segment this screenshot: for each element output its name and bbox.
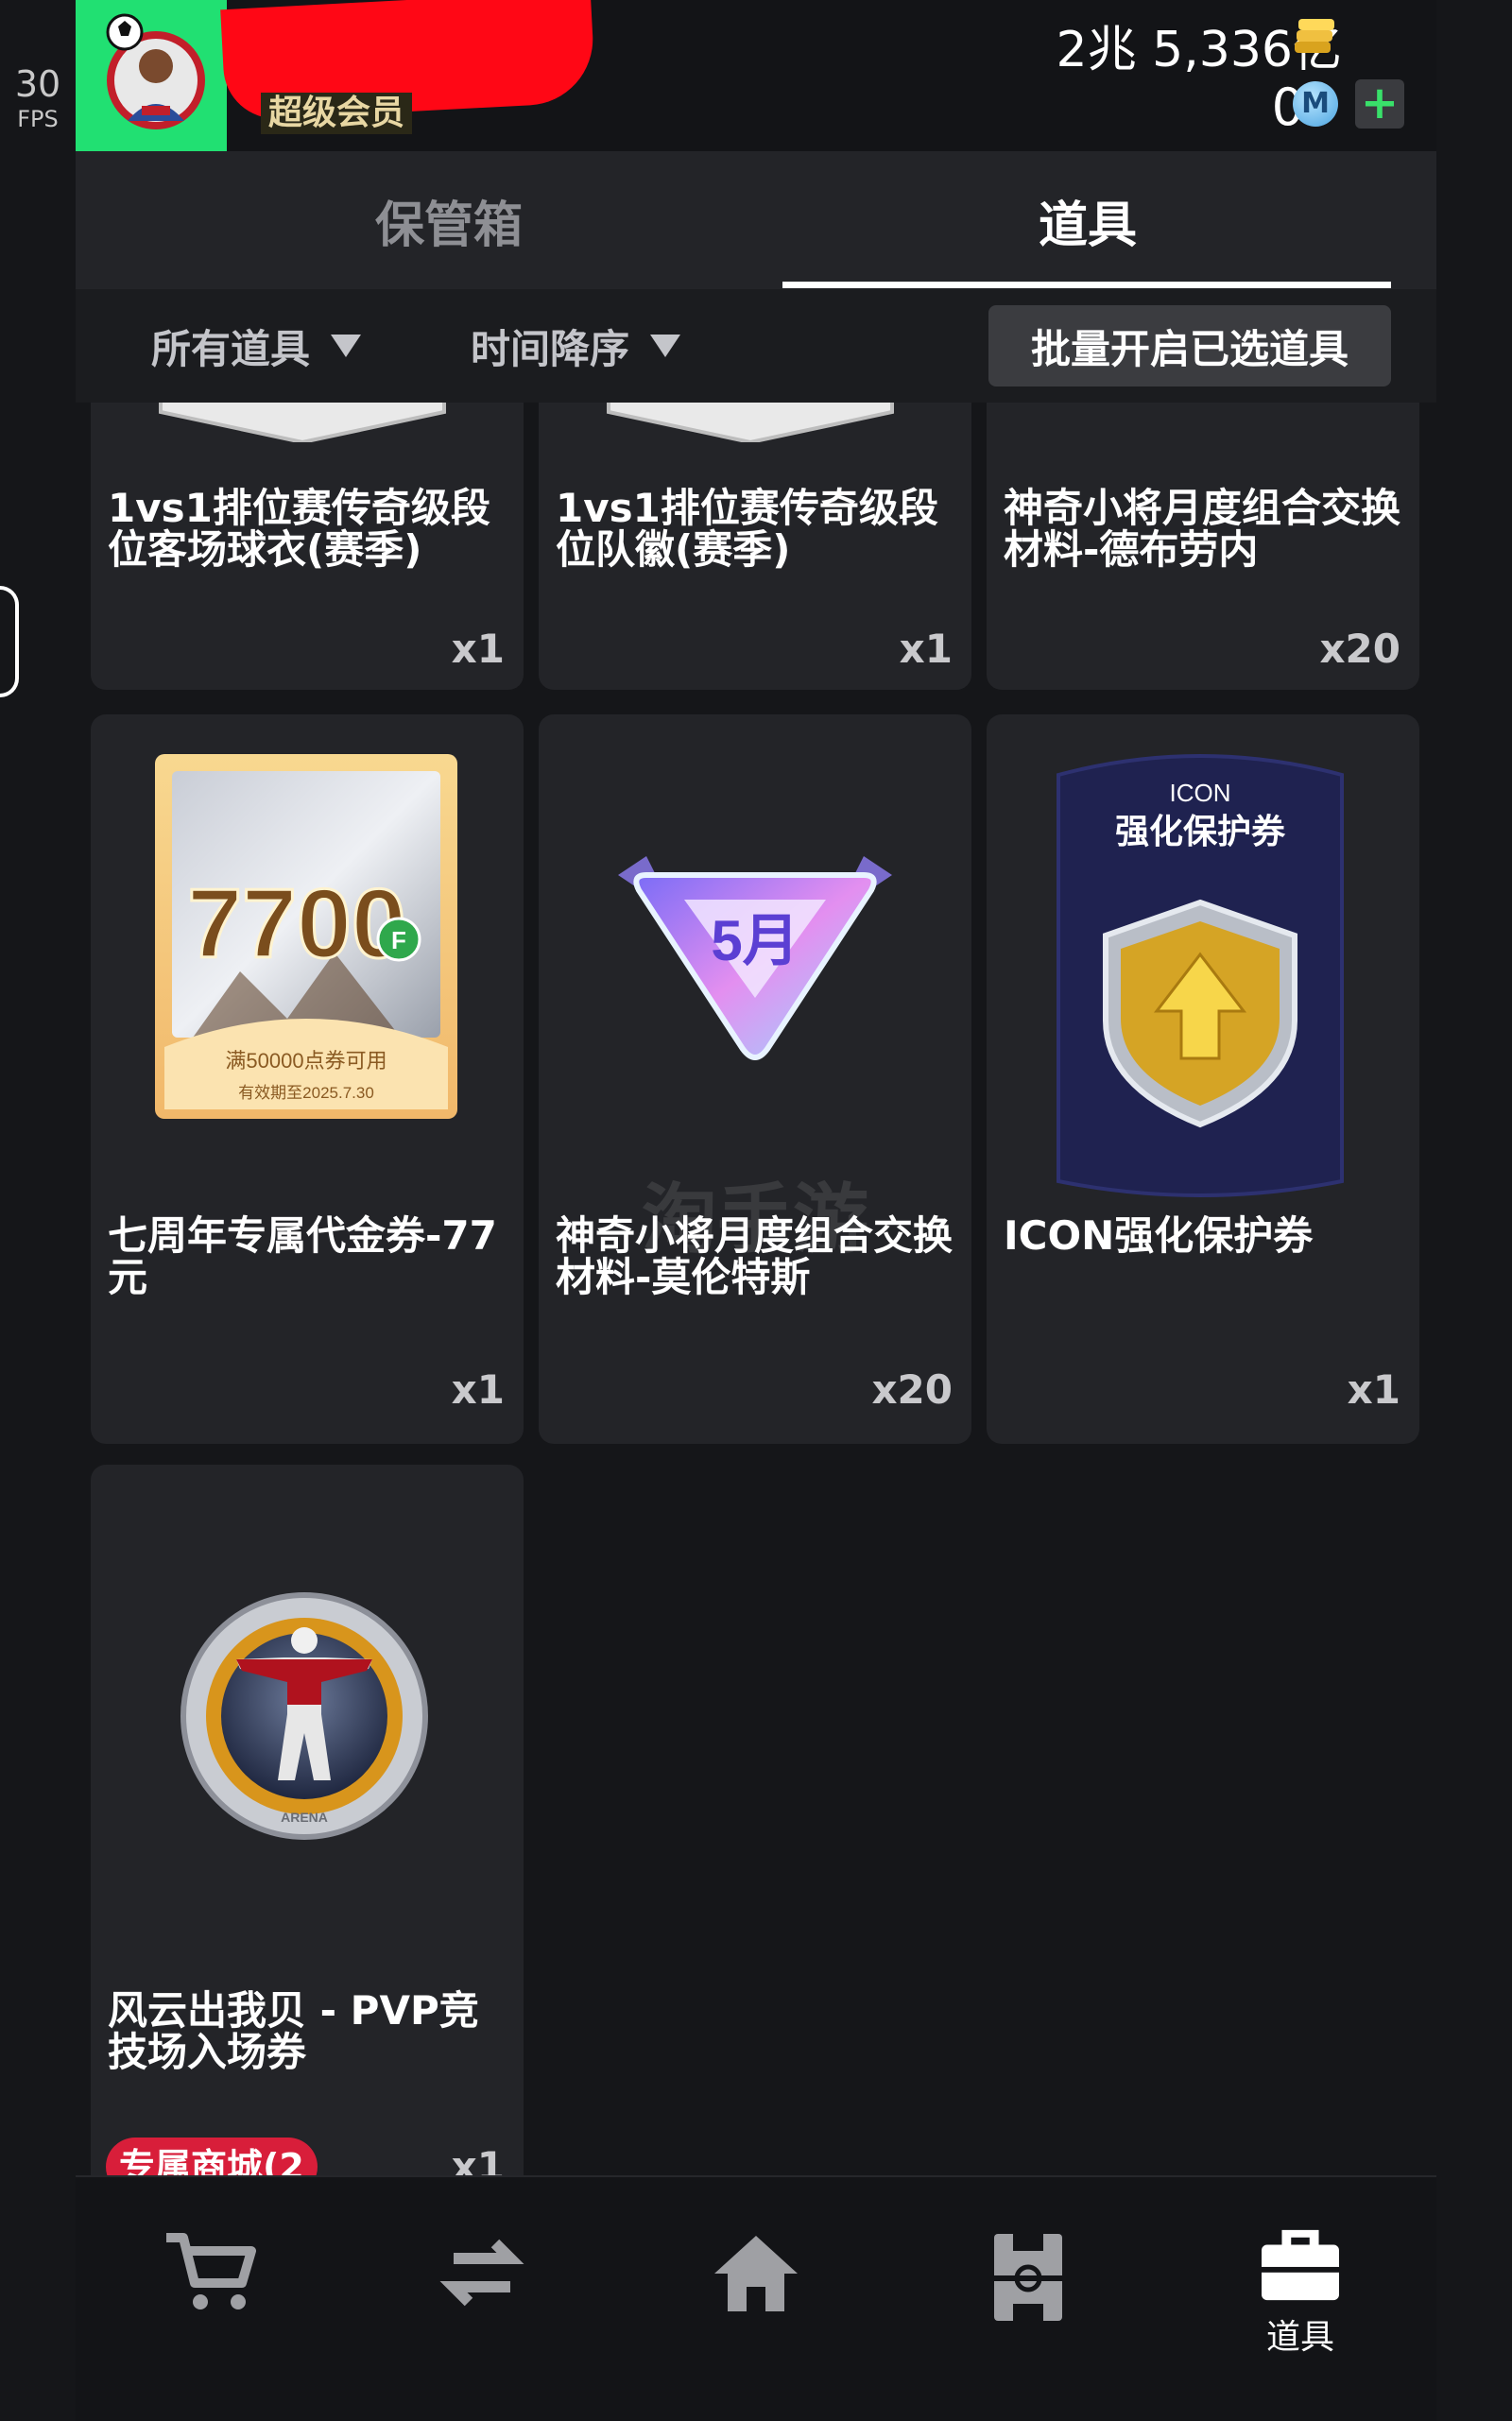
nav-home[interactable]	[690, 2230, 822, 2362]
nav-pitch[interactable]	[962, 2230, 1094, 2362]
fps-value: 30	[14, 63, 61, 105]
exclusive-shop-badge[interactable]: 专属商城(2	[106, 2138, 318, 2175]
nav-items-label: 道具	[1265, 2318, 1334, 2357]
item-name: ICON强化保护券	[1004, 1212, 1314, 1259]
coins-icon	[1293, 17, 1336, 57]
voucher-condition: 满50000点券可用	[225, 1049, 387, 1073]
nav-items[interactable]: 道具	[1234, 2226, 1366, 2359]
avatar[interactable]	[76, 0, 227, 151]
item-card[interactable]: ARENA 风云出我贝 - PVP竞技场入场券 专属商城(2 x1	[91, 1465, 524, 2175]
add-points-button[interactable]: +	[1355, 79, 1404, 129]
side-drawer-handle[interactable]	[0, 586, 19, 697]
pitch-icon	[994, 2234, 1062, 2321]
item-name: 神奇小将月度组合交换材料-德布劳内	[1004, 485, 1401, 573]
item-card[interactable]: ICON 强化保护券 ICON强化保护券 x1	[987, 714, 1419, 1444]
item-quantity: x1	[451, 2143, 505, 2175]
item-name: 神奇小将月度组合交换材料-莫伦特斯	[556, 1212, 954, 1300]
shield-icon: ICON 强化保护券	[1057, 754, 1344, 1197]
nav-transfer[interactable]	[416, 2230, 548, 2362]
item-quantity: x20	[871, 1366, 953, 1413]
item-card[interactable]: 1vs1排位赛传奇级段位队徽(赛季) x1	[539, 403, 971, 690]
item-quantity: x1	[899, 626, 953, 672]
item-name: 1vs1排位赛传奇级段位队徽(赛季)	[556, 485, 938, 573]
item-name: 风云出我贝 - PVP竞技场入场券	[108, 1987, 479, 2075]
tab-items[interactable]: 道具	[782, 151, 1393, 289]
arena-ring-text: ARENA	[281, 1810, 328, 1825]
item-quantity: x1	[451, 1366, 505, 1413]
voucher-amount: 7700	[187, 869, 405, 979]
sort-dropdown[interactable]: 时间降序	[471, 316, 681, 376]
month-label: 5月	[711, 909, 799, 972]
item-quantity: x1	[451, 626, 505, 672]
category-dropdown[interactable]: 所有道具	[151, 316, 362, 376]
bag-icon	[1262, 2229, 1339, 2301]
monthly-material-icon: 5月	[618, 856, 892, 1060]
team-crest-icon	[607, 403, 894, 442]
jersey-icon	[159, 403, 446, 442]
m-points-icon: M	[1293, 81, 1338, 127]
tab-storage-box[interactable]: 保管箱	[76, 151, 822, 289]
voucher-validity: 有效期至2025.7.30	[238, 1084, 374, 1102]
fps-counter: 30 FPS	[0, 66, 76, 130]
shield-top-text: ICON	[1170, 779, 1231, 807]
active-tab-indicator	[782, 282, 1391, 288]
items-grid: 1vs1排位赛传奇级段位客场球衣(赛季) x1 1vs1排位赛传奇级段位队徽(赛…	[76, 403, 1436, 2175]
shield-title-text: 强化保护券	[1115, 812, 1286, 850]
vip-label: 超级会员	[261, 93, 413, 134]
fps-label: FPS	[17, 106, 59, 132]
arena-ticket-icon: ARENA	[180, 1592, 428, 1840]
item-card[interactable]: 1vs1排位赛传奇级段位客场球衣(赛季) x1	[91, 403, 524, 690]
promo-badge-wrap: 专属商城(2	[106, 2138, 318, 2175]
item-name: 七周年专属代金券-77元	[108, 1212, 497, 1300]
voucher-badge-text: F	[391, 926, 406, 954]
category-dropdown-label: 所有道具	[151, 325, 311, 372]
voucher-icon: 7700 F 满50000点券可用 有效期至2025.7.30	[155, 754, 457, 1119]
item-card[interactable]: 7700 F 满50000点券可用 有效期至2025.7.30 七周年专属代金券…	[91, 714, 524, 1444]
tab-bar: 保管箱 道具	[76, 151, 1436, 289]
item-card[interactable]: 神奇小将月度组合交换材料-德布劳内 x20	[987, 403, 1419, 690]
dropdown-arrow-icon	[650, 335, 681, 357]
sort-dropdown-label: 时间降序	[471, 325, 630, 372]
batch-open-button[interactable]: 批量开启已选道具	[988, 305, 1391, 386]
item-card[interactable]: 5月 淘手游 神奇小将月度组合交换材料-莫伦特斯 x20	[539, 714, 971, 1444]
dropdown-arrow-icon	[331, 335, 362, 357]
transfer-icon	[439, 2239, 524, 2307]
cart-icon	[166, 2233, 256, 2309]
nav-shop[interactable]	[144, 2230, 276, 2362]
item-quantity: x1	[1347, 1366, 1400, 1413]
item-name: 1vs1排位赛传奇级段位客场球衣(赛季)	[108, 485, 490, 573]
item-quantity: x20	[1319, 626, 1400, 672]
home-icon	[714, 2236, 798, 2311]
